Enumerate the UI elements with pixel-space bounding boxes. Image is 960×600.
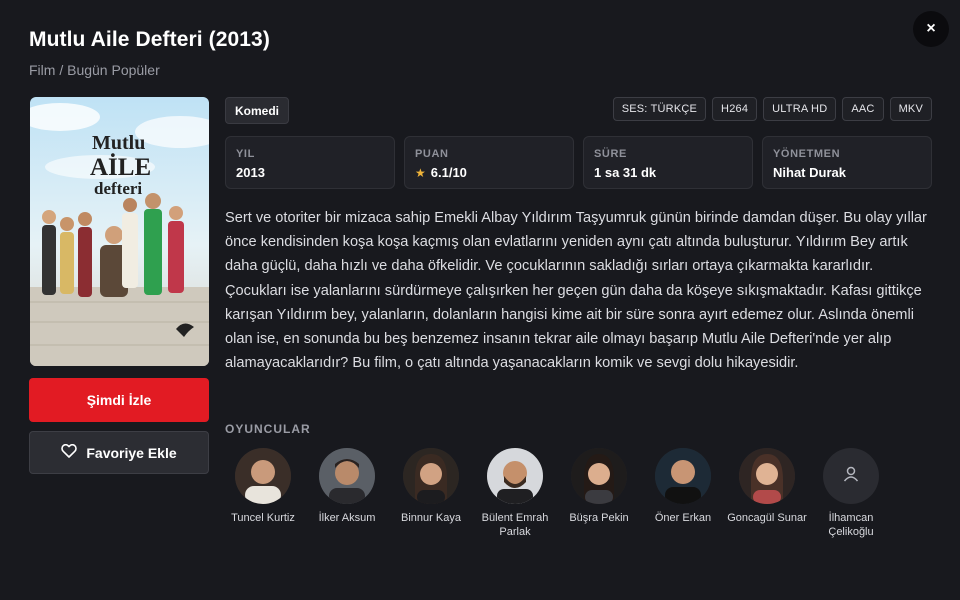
- close-icon: ×: [926, 20, 936, 37]
- avatar: [235, 448, 291, 504]
- cast-name: Tuncel Kurtiz: [231, 512, 295, 524]
- cast-name: İlhamcan Çelikoğlu: [828, 512, 874, 538]
- director-label: YÖNETMEN: [773, 148, 841, 160]
- breadcrumb: Film / Bugün Popüler: [29, 62, 160, 78]
- avatar: [739, 448, 795, 504]
- avatar: [571, 448, 627, 504]
- cast-section-title: OYUNCULAR: [225, 422, 311, 436]
- cast-name: Öner Erkan: [654, 512, 712, 524]
- duration-label: SÜRE: [594, 148, 627, 160]
- year-label: YIL: [236, 148, 255, 160]
- cast-member[interactable]: Goncagül Sunar: [725, 448, 809, 539]
- duration-card: SÜRE 1 sa 31 dk: [583, 136, 753, 189]
- avatar: [319, 448, 375, 504]
- cast-member[interactable]: Tuncel Kurtiz: [221, 448, 305, 539]
- avatar: [487, 448, 543, 504]
- rating-label: PUAN: [415, 148, 449, 160]
- cast-member[interactable]: İlhamcan Çelikoğlu: [809, 448, 893, 539]
- avatar: [403, 448, 459, 504]
- cast-name: Büşra Pekin: [569, 512, 629, 524]
- director-card: YÖNETMEN Nihat Durak: [762, 136, 932, 189]
- tech-tag-audio: SES: TÜRKÇE: [612, 97, 707, 121]
- director-value: Nihat Durak: [773, 165, 846, 180]
- poster-title-2: AİLE: [90, 153, 151, 181]
- tech-tag-audio-codec: AAC: [842, 97, 884, 121]
- watch-now-label: Şimdi İzle: [86, 392, 152, 408]
- tech-tag-container: MKV: [889, 97, 932, 121]
- tech-tags: SES: TÜRKÇE H264 ULTRA HD AAC MKV: [612, 97, 932, 121]
- star-icon: ★: [415, 165, 426, 180]
- cast-member[interactable]: Binnur Kaya: [389, 448, 473, 539]
- cast-member[interactable]: Öner Erkan: [641, 448, 725, 539]
- tech-tag-codec: H264: [712, 97, 758, 121]
- user-icon: [842, 465, 860, 488]
- poster-title-1: Mutlu: [92, 132, 145, 154]
- movie-poster: Mutlu AİLE defteri: [30, 97, 209, 366]
- info-cards: YIL 2013 PUAN ★ 6.1/10 SÜRE 1 sa 31 dk Y…: [225, 136, 932, 189]
- add-favorite-button[interactable]: Favoriye Ekle: [29, 431, 209, 474]
- heart-icon: [61, 443, 78, 461]
- movie-detail-modal: Mutlu Aile Defteri (2013) Film / Bugün P…: [0, 0, 960, 600]
- year-value: 2013: [236, 165, 265, 180]
- avatar: [655, 448, 711, 504]
- poster-title-3: defteri: [94, 179, 142, 198]
- year-card: YIL 2013: [225, 136, 395, 189]
- rating-value: 6.1/10: [430, 165, 467, 180]
- cast-name: İlker Aksum: [318, 512, 376, 524]
- close-button[interactable]: ×: [913, 11, 949, 47]
- watch-now-button[interactable]: Şimdi İzle: [29, 378, 209, 422]
- cast-name: Goncagül Sunar: [727, 512, 807, 524]
- cast-member[interactable]: İlker Aksum: [305, 448, 389, 539]
- genre-chip[interactable]: Komedi: [225, 97, 290, 124]
- cast-member[interactable]: Büşra Pekin: [557, 448, 641, 539]
- duration-value: 1 sa 31 dk: [594, 165, 657, 180]
- avatar-placeholder: [823, 448, 879, 504]
- poster-image: Mutlu AİLE defteri: [30, 97, 209, 366]
- cast-list: Tuncel Kurtiz İlker Aksum Binnur Kaya Bü…: [221, 448, 893, 539]
- cast-name: Binnur Kaya: [401, 512, 461, 524]
- movie-title: Mutlu Aile Defteri (2013): [29, 28, 270, 51]
- favorite-label: Favoriye Ekle: [86, 444, 177, 461]
- movie-description: Sert ve otoriter bir mizaca sahip Emekli…: [225, 210, 927, 372]
- rating-card: PUAN ★ 6.1/10: [404, 136, 574, 189]
- cast-name: Bülent Emrah Parlak: [481, 512, 549, 538]
- cast-member[interactable]: Bülent Emrah Parlak: [473, 448, 557, 539]
- tech-tag-resolution: ULTRA HD: [763, 97, 837, 121]
